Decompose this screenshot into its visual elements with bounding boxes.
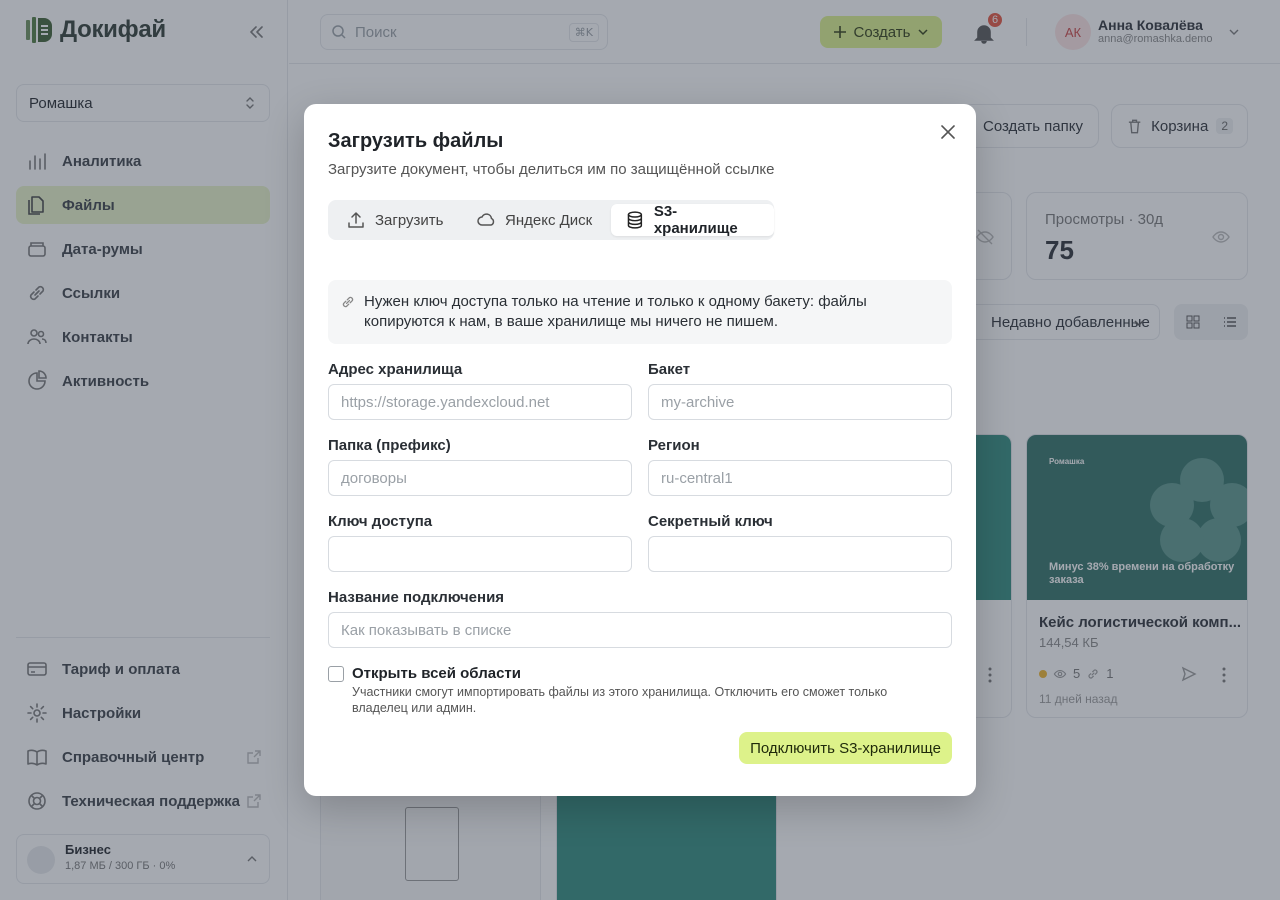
bucket-label: Бакет [648, 361, 691, 378]
info-box: Нужен ключ доступа только на чтение и то… [328, 280, 952, 344]
connection-name-input[interactable] [328, 612, 952, 648]
tab-s3[interactable]: S3-хранилище [611, 203, 774, 237]
modal-subtitle: Загрузите документ, чтобы делиться им по… [328, 161, 775, 178]
cloud-icon [477, 213, 495, 226]
close-icon[interactable] [938, 122, 958, 142]
tab-yandex-disk[interactable]: Яндекс Диск [462, 204, 606, 236]
region-input[interactable] [648, 460, 952, 496]
access-key-input[interactable] [328, 536, 632, 572]
prefix-label: Папка (префикс) [328, 437, 451, 454]
source-tabs: Загрузить Яндекс Диск S3-хранилище [328, 200, 774, 240]
upload-icon [348, 212, 364, 228]
database-icon [627, 211, 643, 229]
tab-label: Загрузить [375, 211, 444, 229]
secret-key-label: Секретный ключ [648, 513, 773, 530]
access-key-label: Ключ доступа [328, 513, 433, 530]
upload-modal: Загрузить файлы Загрузите документ, чтоб… [304, 104, 976, 796]
modal-title: Загрузить файлы [328, 130, 504, 152]
connect-s3-button[interactable]: Подключить S3-хранилище [739, 732, 952, 764]
bucket-input[interactable] [648, 384, 952, 420]
region-label: Регион [648, 437, 700, 454]
share-description: Участники смогут импортировать файлы из … [352, 685, 888, 715]
secret-key-input[interactable] [648, 536, 952, 572]
share-checkbox[interactable] [328, 666, 344, 682]
share-label[interactable]: Открыть всей области [352, 665, 521, 682]
endpoint-input[interactable] [328, 384, 632, 420]
tab-label: S3-хранилище [653, 203, 738, 237]
connection-name-label: Название подключения [328, 589, 505, 606]
endpoint-label: Адрес хранилища [328, 361, 463, 378]
link-icon [342, 296, 354, 308]
tab-upload[interactable]: Загрузить [332, 204, 458, 236]
info-text: Нужен ключ доступа только на чтение и то… [364, 293, 867, 330]
prefix-input[interactable] [328, 460, 632, 496]
tab-label: Яндекс Диск [505, 211, 593, 229]
